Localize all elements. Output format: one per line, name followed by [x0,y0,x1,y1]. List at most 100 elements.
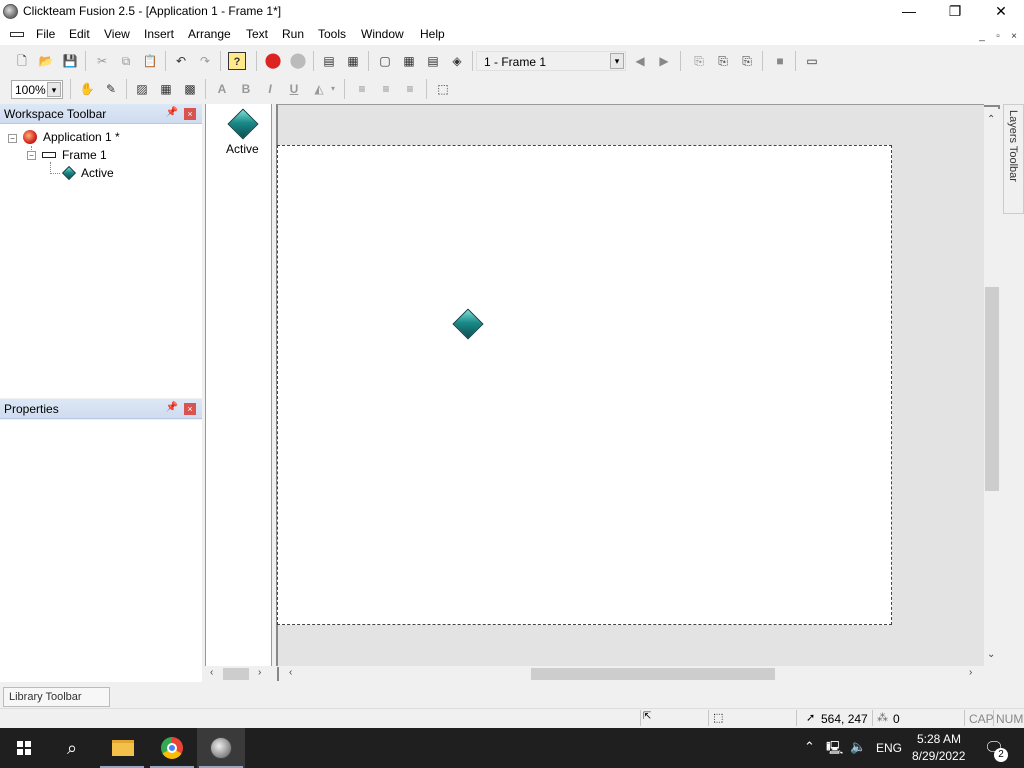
scroll-thumb[interactable] [223,668,249,680]
resize-icon[interactable]: ⬚ [434,80,452,98]
new-icon[interactable]: 🗋 [13,52,31,70]
library-toolbar-tab[interactable]: Library Toolbar [3,687,110,707]
scroll-left-icon[interactable]: ‹ [210,667,213,678]
menu-view[interactable]: View [104,27,130,41]
close-icon[interactable]: × [184,403,196,415]
collapse-icon[interactable]: − [27,151,36,160]
rows-icon[interactable]: ▤ [424,52,442,70]
clock-time[interactable]: 5:28 AM [917,732,961,746]
stop-run-icon[interactable]: ■ [771,52,789,70]
scroll-down-icon[interactable]: ⌄ [987,649,995,660]
layers-toolbar-tab[interactable]: Layers Toolbar [1003,104,1024,214]
copy-icon[interactable]: ⧉ [117,52,135,70]
forward-icon[interactable]: ⬤ [289,52,307,70]
collapse-icon[interactable]: − [8,134,17,143]
volume-icon[interactable]: 🔈 [850,739,866,755]
build-icon[interactable]: ▭ [803,52,821,70]
cut-icon[interactable]: ✂ [93,52,111,70]
prev-frame-icon[interactable]: ◀ [631,52,649,70]
active-object-icon[interactable] [227,108,259,140]
italic-icon[interactable]: I [261,80,279,98]
font-icon[interactable]: A [213,80,231,98]
object-icon[interactable]: ◈ [448,52,466,70]
grid-snap-icon[interactable]: ▨ [133,80,151,98]
scroll-right-icon[interactable]: › [969,667,972,678]
grid-show-icon[interactable]: ▦ [157,80,175,98]
scroll-up-icon[interactable]: ⌃ [987,114,995,125]
bold-icon[interactable]: B [237,80,255,98]
mdi-close-button[interactable]: × [1007,31,1021,43]
run-app-icon[interactable]: ⎘ [714,52,732,70]
align-left-icon[interactable]: ≡ [353,80,371,98]
scroll-right-icon[interactable]: › [258,667,261,678]
mdi-restore-button[interactable]: ▫ [991,31,1005,43]
grid-icon[interactable]: ▦ [344,52,362,70]
pin-icon[interactable]: 📌 [166,107,178,118]
mdi-minimize-button[interactable]: _ [975,31,989,43]
file-explorer-button[interactable] [98,728,146,768]
tree-item-active[interactable]: Active [81,166,114,180]
minimize-button[interactable]: — [886,0,932,23]
pin-icon[interactable]: 📌 [166,402,178,413]
system-menu-icon[interactable] [10,32,24,37]
grid-setup-icon[interactable]: ▩ [181,80,199,98]
menu-edit[interactable]: Edit [69,27,90,41]
edit-tool-icon[interactable]: ✎ [102,80,120,98]
hand-icon[interactable]: ✋ [78,80,96,98]
save-icon[interactable]: 💾 [61,52,79,70]
run-other-icon[interactable]: ⎘ [738,52,756,70]
window-icon[interactable]: ▢ [376,52,394,70]
menu-text[interactable]: Text [246,27,268,41]
zoom-select[interactable]: 100% ▾ [11,80,63,99]
menu-run[interactable]: Run [282,27,304,41]
menu-file[interactable]: File [36,27,55,41]
chevron-down-icon[interactable]: ▾ [328,80,338,98]
editor-hscrollbar[interactable]: ‹ › [276,666,984,682]
table-icon[interactable]: ▦ [400,52,418,70]
align-right-icon[interactable]: ≡ [401,80,419,98]
start-button[interactable] [0,728,48,768]
open-icon[interactable]: 📂 [37,52,55,70]
chevron-down-icon[interactable]: ▾ [47,82,61,97]
close-button[interactable]: ✕ [978,0,1024,23]
scroll-thumb[interactable] [531,668,775,680]
chevron-down-icon[interactable]: ▾ [610,53,624,69]
underline-icon[interactable]: U [285,80,303,98]
app-icon[interactable] [3,4,18,19]
paste-icon[interactable]: 📋 [141,52,159,70]
menu-arrange[interactable]: Arrange [188,27,231,41]
menu-tools[interactable]: Tools [318,27,346,41]
search-icon[interactable]: ⌕ [48,728,96,768]
tree-item-application[interactable]: Application 1 * [43,130,120,144]
language-indicator[interactable]: ENG [876,741,902,755]
close-icon[interactable]: × [184,108,196,120]
fill-color-icon[interactable]: ◭ [310,80,328,98]
shelf-item-label[interactable]: Active [226,142,259,156]
help-icon[interactable]: ? [228,52,246,70]
align-center-icon[interactable]: ≡ [377,80,395,98]
scroll-thumb[interactable] [985,287,999,491]
status-separator [640,710,641,726]
list-icon[interactable]: ▤ [320,52,338,70]
menu-insert[interactable]: Insert [144,27,174,41]
clickteam-button[interactable] [197,728,245,768]
shelf-scrollbar[interactable]: ‹ › [206,666,272,682]
menu-help[interactable]: Help [420,27,445,41]
next-frame-icon[interactable]: ▶ [655,52,673,70]
scroll-left-icon[interactable]: ‹ [289,667,292,678]
redo-icon[interactable]: ↷ [196,52,214,70]
stop-icon[interactable]: ⬤ [264,52,282,70]
chrome-button[interactable] [148,728,196,768]
clock-date[interactable]: 8/29/2022 [912,749,965,763]
chevron-up-icon[interactable]: ⌃ [804,739,815,755]
tree-item-frame[interactable]: Frame 1 [62,148,107,162]
restore-button[interactable]: ❐ [932,0,978,23]
cursor-tool-icon: ⇱ [643,711,652,722]
menu-window[interactable]: Window [361,27,404,41]
network-icon[interactable]: 🖳 [826,739,843,761]
frame-selector[interactable]: 1 - Frame 1 ▾ [476,51,626,71]
run-frame-icon[interactable]: ⎘ [690,52,708,70]
frame-area[interactable] [277,145,892,625]
editor-vscrollbar[interactable]: ⌃ ⌄ [984,104,1000,666]
undo-icon[interactable]: ↶ [172,52,190,70]
